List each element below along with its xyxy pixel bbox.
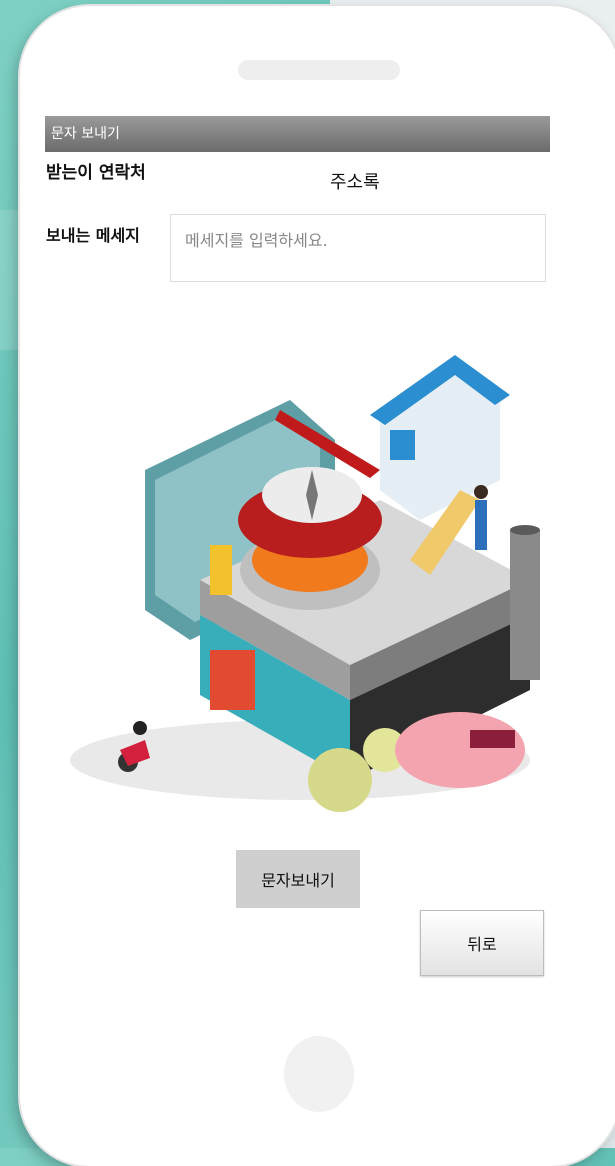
app-title: 문자 보내기 bbox=[51, 126, 120, 142]
app-title-bar: 문자 보내기 bbox=[45, 116, 550, 152]
chimney-top bbox=[510, 525, 540, 535]
phone-speaker bbox=[238, 60, 400, 80]
message-input[interactable] bbox=[170, 214, 546, 282]
isometric-city-illustration bbox=[70, 355, 540, 812]
rider-head bbox=[133, 721, 147, 735]
address-book-link[interactable]: 주소록 bbox=[330, 168, 380, 194]
phone-home-button[interactable] bbox=[284, 1036, 354, 1112]
message-label: 보내는 메세지 bbox=[46, 226, 140, 245]
recipient-label: 받는이 연락처 bbox=[46, 163, 146, 183]
person-telescope bbox=[475, 500, 487, 550]
sofa bbox=[470, 730, 515, 748]
person-head bbox=[474, 485, 488, 499]
kiosk bbox=[210, 545, 232, 595]
red-wall bbox=[210, 650, 255, 710]
back-button[interactable]: 뒤로 bbox=[420, 910, 544, 976]
house-window bbox=[390, 430, 415, 460]
send-message-button[interactable]: 문자보내기 bbox=[236, 850, 360, 908]
activity-platform bbox=[395, 712, 525, 788]
gear-large bbox=[308, 748, 372, 812]
chimney bbox=[510, 530, 540, 680]
